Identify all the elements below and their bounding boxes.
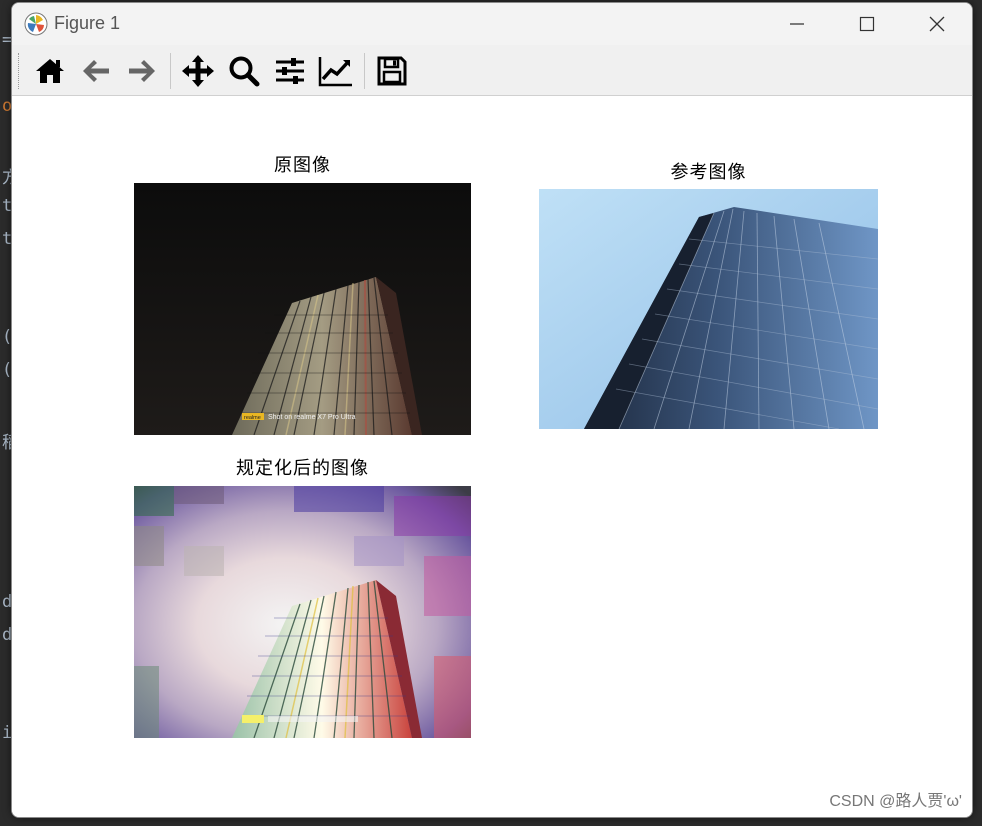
watermark: CSDN @路人贾'ω'	[829, 793, 962, 810]
pan-button[interactable]	[180, 53, 216, 89]
reference-image	[539, 189, 878, 429]
realme-badge: realme	[244, 415, 261, 421]
minimize-icon	[790, 23, 804, 25]
reference-building-photo	[539, 189, 878, 429]
back-arrow-icon	[83, 60, 109, 82]
maximize-button[interactable]	[844, 3, 890, 45]
title-bar: Figure 1	[12, 3, 972, 45]
subplot-title-reference: 参考图像	[670, 162, 747, 183]
photo-caption: Shot on realme X7 Pro Ultra	[268, 414, 356, 421]
toolbar-grip	[18, 53, 21, 89]
zoom-button[interactable]	[226, 53, 262, 89]
edit-axis-line-icon	[318, 57, 352, 87]
back-button[interactable]	[78, 53, 114, 89]
figure-canvas[interactable]: 原图像 realme Shot on realme X7 Pro Ultra 参…	[12, 96, 972, 817]
figure-window: Figure 1 原图像 realme Shot on realme X7 Pr…	[11, 2, 973, 818]
close-icon	[929, 16, 945, 32]
close-button[interactable]	[914, 3, 960, 45]
minimize-button[interactable]	[774, 3, 820, 45]
pan-move-icon	[182, 55, 214, 87]
window-title: Figure 1	[54, 13, 121, 33]
original-building-photo: realme Shot on realme X7 Pro Ultra	[134, 183, 471, 435]
navigation-toolbar	[12, 45, 972, 96]
maximize-icon	[859, 16, 875, 32]
matched-building-photo	[134, 486, 471, 738]
matplotlib-logo-icon	[24, 12, 48, 36]
matched-image	[134, 486, 471, 738]
toolbar-separator	[364, 53, 365, 89]
configure-subplots-icon	[276, 58, 304, 84]
forward-button[interactable]	[124, 53, 160, 89]
subplot-title-original: 原图像	[274, 155, 331, 176]
zoom-magnifier-icon	[229, 56, 260, 87]
save-floppy-icon	[377, 56, 407, 86]
configure-subplots-button[interactable]	[272, 53, 308, 89]
home-icon	[36, 59, 64, 83]
save-button[interactable]	[374, 53, 410, 89]
edit-axis-button[interactable]	[318, 53, 354, 89]
toolbar-separator	[170, 53, 171, 89]
forward-arrow-icon	[129, 60, 155, 82]
original-image: realme Shot on realme X7 Pro Ultra	[134, 183, 471, 435]
home-button[interactable]	[32, 53, 68, 89]
subplot-title-matched: 规定化后的图像	[236, 458, 369, 479]
